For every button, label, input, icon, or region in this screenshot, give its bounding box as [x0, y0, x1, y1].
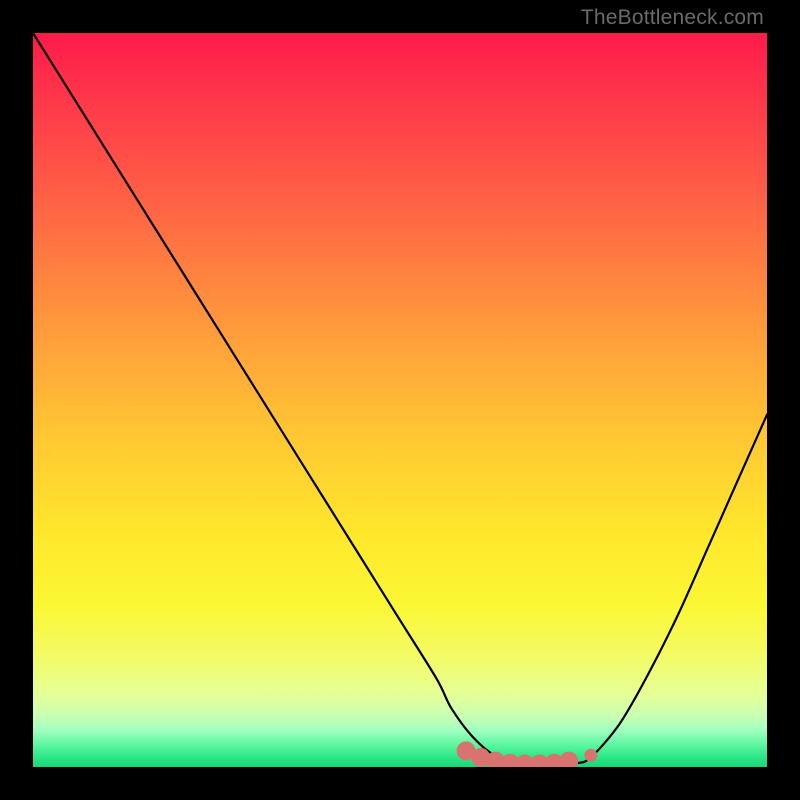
- chart-frame: TheBottleneck.com: [0, 0, 800, 800]
- highlight-markers: [457, 741, 598, 767]
- watermark-text: TheBottleneck.com: [581, 6, 764, 30]
- curve-path: [33, 33, 767, 765]
- plot-area: [33, 33, 767, 767]
- bottleneck-curve: [33, 33, 767, 765]
- marker-dot: [584, 749, 597, 762]
- marker-dot: [559, 752, 578, 767]
- chart-svg: [33, 33, 767, 767]
